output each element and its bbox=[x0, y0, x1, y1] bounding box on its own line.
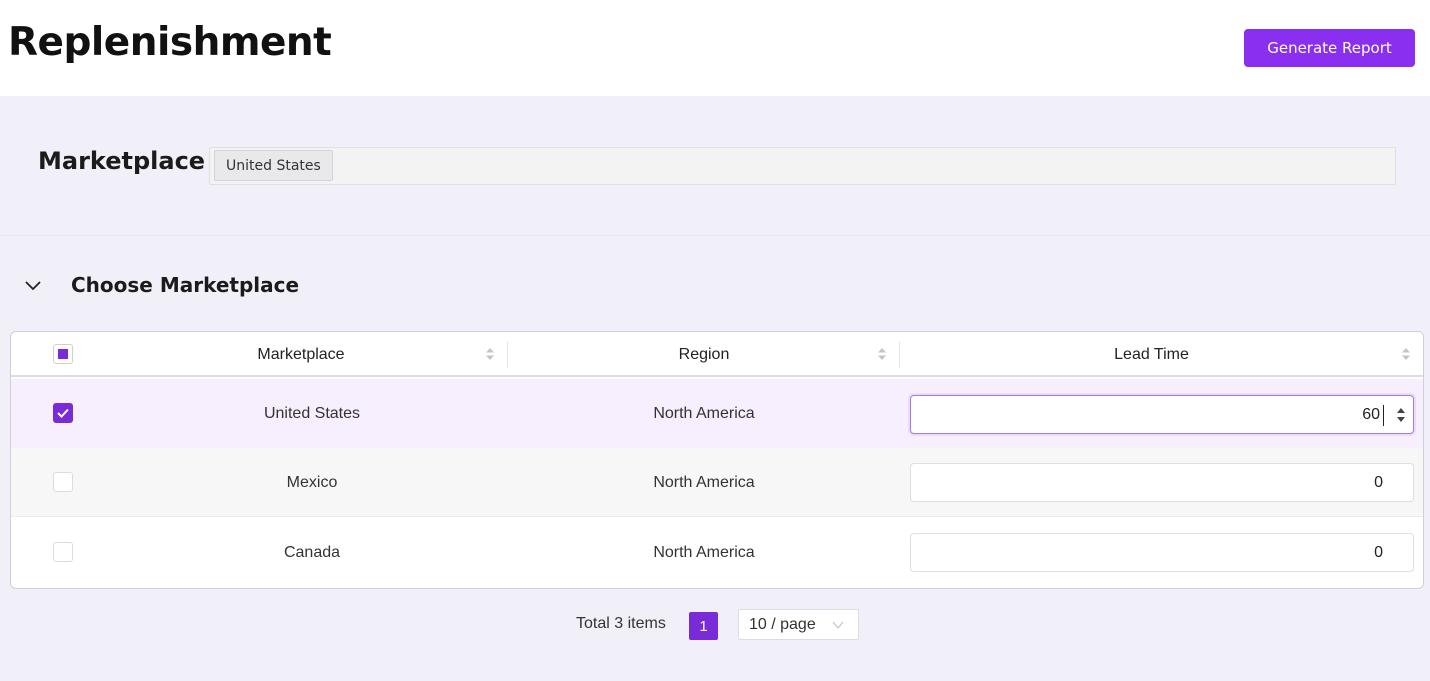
table-row[interactable]: Canada North America 0 bbox=[11, 518, 1423, 587]
lead-time-input[interactable]: 60 bbox=[910, 395, 1414, 434]
page-size-select[interactable]: 10 / page bbox=[738, 609, 859, 640]
marketplace-filter: Marketplace United States bbox=[38, 147, 1396, 185]
row-checkbox[interactable] bbox=[53, 542, 73, 562]
section-divider bbox=[0, 235, 1430, 236]
lead-time-input[interactable]: 0 bbox=[910, 533, 1414, 572]
main-content: Marketplace United States Choose Marketp… bbox=[0, 96, 1430, 681]
cell-region: North America bbox=[653, 473, 755, 491]
sort-icon[interactable] bbox=[485, 346, 495, 362]
table-row[interactable]: United States North America 60 bbox=[11, 379, 1423, 448]
pagination-total: Total 3 items bbox=[576, 615, 666, 632]
lead-time-value: 60 bbox=[1362, 405, 1380, 423]
row-checkbox[interactable] bbox=[53, 472, 73, 492]
column-header-region[interactable]: Region bbox=[508, 332, 900, 377]
page-header: Replenishment Generate Report bbox=[0, 0, 1430, 96]
chevron-down-icon bbox=[832, 621, 844, 629]
column-label-region: Region bbox=[678, 345, 730, 363]
lead-time-value: 0 bbox=[1374, 543, 1383, 561]
page-button[interactable]: 1 bbox=[689, 612, 718, 640]
number-stepper-icon[interactable] bbox=[1395, 404, 1407, 426]
lead-time-input[interactable]: 0 bbox=[910, 463, 1414, 502]
cell-marketplace: United States bbox=[263, 404, 361, 422]
cell-marketplace: Canada bbox=[283, 543, 341, 561]
generate-report-button[interactable]: Generate Report bbox=[1244, 29, 1415, 67]
column-label-lead-time: Lead Time bbox=[1114, 345, 1189, 363]
check-icon bbox=[57, 408, 69, 418]
column-header-lead-time[interactable]: Lead Time bbox=[900, 332, 1403, 377]
page-size-value: 10 / page bbox=[749, 616, 816, 633]
section-title: Choose Marketplace bbox=[71, 273, 300, 297]
row-checkbox[interactable] bbox=[53, 403, 73, 423]
cell-marketplace: Mexico bbox=[286, 473, 338, 491]
pagination: Total 3 items 1 10 / page bbox=[0, 609, 1430, 641]
marketplace-select[interactable]: United States bbox=[209, 147, 1396, 185]
marketplace-tag[interactable]: United States bbox=[214, 150, 333, 181]
cell-region: North America bbox=[653, 404, 755, 422]
marketplace-table: Marketplace Region Lead Time United Stat… bbox=[10, 331, 1424, 589]
chevron-down-icon[interactable] bbox=[24, 278, 42, 292]
select-all-checkbox[interactable] bbox=[53, 344, 73, 364]
page-title: Replenishment bbox=[8, 20, 332, 65]
table-row[interactable]: Mexico North America 0 bbox=[11, 448, 1423, 517]
cell-region: North America bbox=[653, 543, 755, 561]
sort-icon[interactable] bbox=[1401, 346, 1411, 362]
column-label-marketplace: Marketplace bbox=[257, 345, 345, 363]
lead-time-value: 0 bbox=[1374, 473, 1383, 491]
sort-icon[interactable] bbox=[877, 346, 887, 362]
choose-marketplace-header[interactable]: Choose Marketplace bbox=[24, 273, 299, 297]
table-header: Marketplace Region Lead Time bbox=[11, 332, 1423, 377]
text-caret bbox=[1383, 405, 1384, 426]
column-header-marketplace[interactable]: Marketplace bbox=[91, 332, 511, 377]
marketplace-filter-label: Marketplace bbox=[38, 147, 206, 175]
